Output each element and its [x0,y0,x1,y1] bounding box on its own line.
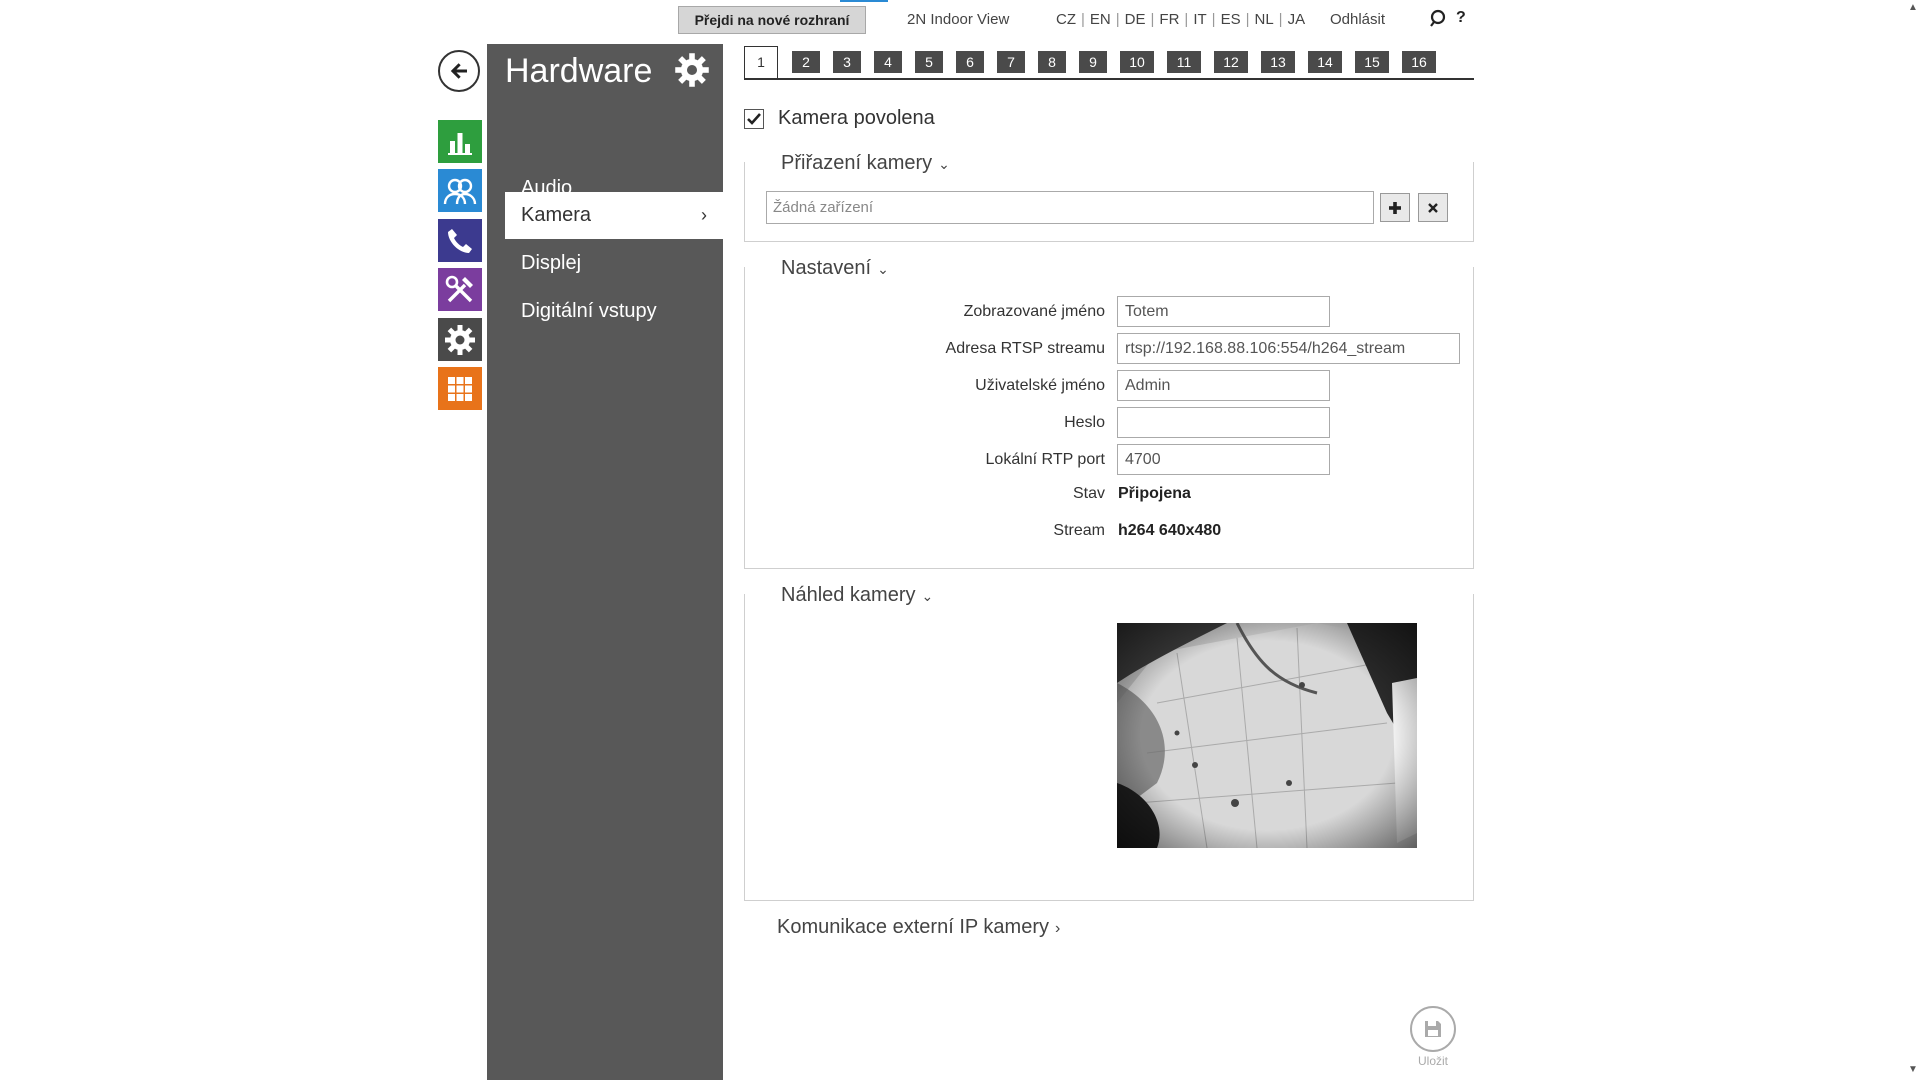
search-icon[interactable] [1428,9,1448,29]
floppy-disk-icon [1425,1021,1441,1037]
lang-it[interactable]: IT [1193,11,1206,28]
tab-2[interactable]: 2 [792,51,820,73]
sidebar-item-digitalni-vstupy[interactable]: Digitální vstupy [505,288,723,335]
arrow-left-icon [450,63,467,79]
tab-10[interactable]: 10 [1120,51,1154,73]
rtsp-address-label: Adresa RTSP streamu [945,340,1105,357]
tab-12[interactable]: 12 [1214,51,1248,73]
username-label: Uživatelské jméno [975,377,1105,394]
save-label: Uložit [1417,1054,1448,1068]
chevron-right-icon: › [1054,920,1061,937]
top-bar: Přejdi na nové rozhraní 2N Indoor View C… [0,0,1920,40]
lang-en[interactable]: EN [1090,11,1111,28]
rtp-port-label: Lokální RTP port [985,451,1105,468]
tab-13[interactable]: 13 [1261,51,1295,73]
accent-line [840,0,888,2]
sidebar-item-kamera[interactable]: Kamera › [505,192,723,239]
tab-9[interactable]: 9 [1079,51,1107,73]
tab-11[interactable]: 11 [1167,51,1201,73]
display-name-input[interactable]: Totem [1117,296,1330,327]
plus-icon [1389,201,1401,214]
rtp-port-input[interactable]: 4700 [1117,444,1330,475]
new-interface-button[interactable]: Přejdi na nové rozhraní [678,6,866,34]
chevron-down-icon: ⌄ [877,261,889,277]
tab-15[interactable]: 15 [1355,51,1389,73]
phone-icon[interactable] [438,219,482,262]
tab-3[interactable]: 3 [833,51,861,73]
lang-de[interactable]: DE [1125,11,1146,28]
apps-icon[interactable] [438,367,482,410]
assignment-title-text: Přiřazení kamery [781,152,933,174]
camera-enabled-label: Kamera povolena [778,107,935,129]
gear-icon [673,51,711,89]
lang-fr[interactable]: FR [1159,11,1179,28]
lang-es[interactable]: ES [1221,11,1241,28]
assignment-section-title[interactable]: Přiřazení kamery ⌄ [777,152,954,175]
close-icon [1428,202,1438,213]
preview-section-title[interactable]: Náhled kamery ⌄ [777,584,938,607]
stream-value: h264 640x480 [1118,522,1222,539]
status-label: Stav [1072,485,1105,502]
sidebar-item-label: Displej [521,252,582,274]
add-device-button[interactable] [1380,193,1410,222]
preview-title-text: Náhled kamery [781,584,916,606]
chevron-down-icon: ⌄ [921,588,934,604]
tab-4[interactable]: 4 [874,51,902,73]
external-title-text: Komunikace externí IP kamery [777,916,1049,938]
external-camera-section-title[interactable]: Komunikace externí IP kamery › [777,916,1060,939]
indoor-view-link[interactable]: 2N Indoor View [907,11,1009,28]
checkmark-icon [747,113,761,125]
tab-8[interactable]: 8 [1038,51,1066,73]
language-selector: CZ | EN | DE | FR | IT | ES | NL | JA [1056,11,1306,28]
camera-enabled-checkbox[interactable] [744,109,764,129]
save-button[interactable] [1410,1006,1456,1052]
rtsp-address-input[interactable]: rtsp://192.168.88.106:554/h264_stream [1117,333,1460,364]
display-name-label: Zobrazované jméno [963,303,1105,320]
chevron-down-icon: ⌄ [938,156,950,172]
scroll-down-arrow[interactable]: ▼ [1908,1064,1918,1075]
tab-1[interactable]: 1 [744,46,778,78]
sidebar-item-label: Kamera [521,204,592,226]
logout-link[interactable]: Odhlásit [1330,11,1385,28]
stream-label: Stream [1053,522,1105,539]
tab-5[interactable]: 5 [915,51,943,73]
tools-icon[interactable] [438,268,482,311]
status-icon[interactable] [438,120,482,163]
users-icon[interactable] [438,169,482,212]
password-input[interactable] [1117,407,1330,438]
settings-title-text: Nastavení [781,257,872,279]
status-value: Připojena [1118,485,1191,502]
back-button[interactable] [438,50,480,92]
password-label: Heslo [1064,414,1105,431]
scroll-up-arrow[interactable]: ▲ [1908,2,1918,13]
sidebar-item-displej[interactable]: Displej [505,240,723,287]
username-input[interactable]: Admin [1117,370,1330,401]
tab-7[interactable]: 7 [997,51,1025,73]
lang-nl[interactable]: NL [1254,11,1273,28]
settings-section-frame [744,267,1474,569]
tab-16[interactable]: 16 [1402,51,1436,73]
help-icon[interactable]: ? [1456,9,1466,27]
camera-preview-image [1117,623,1417,848]
hardware-sidebar: Hardware Audio Kamera › Displej Digitální… [487,44,723,1080]
camera-tabs: 1 2 3 4 5 6 7 8 9 10 11 12 13 14 15 16 [744,44,1474,80]
lang-ja[interactable]: JA [1288,11,1306,28]
sidebar-item-label: Digitální vstupy [521,300,657,322]
chevron-right-icon: › [701,205,707,225]
device-assignment-input[interactable]: Žádná zařízení [766,191,1374,224]
tab-14[interactable]: 14 [1308,51,1342,73]
settings-icon[interactable] [438,318,482,361]
tab-6[interactable]: 6 [956,51,984,73]
lang-cz[interactable]: CZ [1056,11,1076,28]
sidebar-title: Hardware [505,52,653,90]
settings-section-title[interactable]: Nastavení ⌄ [777,257,893,280]
remove-device-button[interactable] [1418,193,1448,222]
